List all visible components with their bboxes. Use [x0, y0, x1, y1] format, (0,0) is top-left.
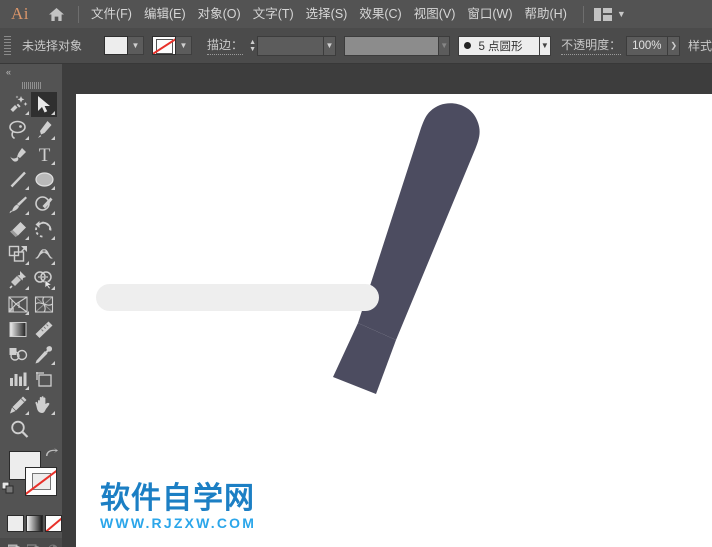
brush-dot-icon: [464, 42, 472, 49]
menu-effect[interactable]: 效果(C): [353, 0, 407, 28]
mode-color[interactable]: [7, 515, 24, 532]
tool-ellipse[interactable]: [31, 167, 57, 192]
tool-paintbrush[interactable]: [5, 192, 31, 217]
tools-panel-grip[interactable]: [0, 79, 62, 92]
fill-dropdown-icon[interactable]: ▼: [128, 36, 145, 55]
watermark-url: WWW.RJZXW.COM: [100, 515, 257, 531]
stroke-weight-dropdown-icon[interactable]: ▼: [324, 35, 336, 56]
brush-definition-value: 5 点圆形: [478, 40, 523, 53]
tool-mesh[interactable]: [31, 292, 57, 317]
menu-help[interactable]: 帮助(H): [519, 0, 573, 28]
stroke-weight-input[interactable]: [257, 35, 325, 56]
watermark-chinese: 软件自学网: [100, 481, 255, 516]
menu-edit[interactable]: 编辑(E): [138, 0, 192, 28]
menu-view[interactable]: 视图(V): [408, 0, 462, 28]
tool-shaper[interactable]: [31, 192, 57, 217]
tool-curvature[interactable]: [5, 142, 31, 167]
tools-grid: T: [0, 92, 62, 442]
width-profile-dropdown-icon[interactable]: ▼: [438, 35, 451, 56]
control-bar: 未选择对象 ▼ ▼ 描边： ▲ ▼ ▼ ▼ 5 点圆形 ▼ 不透明度： 100% …: [0, 28, 712, 64]
fill-swatch[interactable]: [104, 36, 129, 55]
stroke-weight-label: 描边：: [207, 36, 244, 55]
styles-label[interactable]: 样式: [688, 37, 712, 54]
fill-swatch-group[interactable]: ▼: [104, 36, 145, 55]
stroke-dropdown-icon[interactable]: ▼: [176, 36, 193, 55]
draw-inside-icon[interactable]: [44, 541, 61, 547]
color-mode-row: [0, 515, 62, 532]
tool-type[interactable]: T: [31, 142, 57, 167]
tool-eyedropper[interactable]: [31, 342, 57, 367]
home-icon[interactable]: [40, 0, 72, 28]
tool-shape-builder[interactable]: [31, 267, 57, 292]
tool-width[interactable]: [31, 242, 57, 267]
stroke-weight-stepper[interactable]: ▲ ▼: [248, 36, 257, 56]
collapse-panel-icon[interactable]: «: [0, 64, 62, 79]
tool-gradient[interactable]: [5, 317, 31, 342]
tool-zoom[interactable]: [5, 417, 57, 442]
tool-measure[interactable]: [31, 317, 57, 342]
menu-type[interactable]: 文字(T): [247, 0, 300, 28]
menu-file[interactable]: 文件(F): [85, 0, 138, 28]
tool-perspective-grid[interactable]: [5, 292, 31, 317]
brush-definition-input[interactable]: 5 点圆形: [458, 35, 540, 56]
stroke-color-swatch[interactable]: [25, 467, 57, 496]
tool-line-segment[interactable]: [5, 167, 31, 192]
artboard-canvas[interactable]: 软件自学网 WWW.RJZXW.COM: [76, 94, 712, 547]
opacity-expand-icon[interactable]: ❯: [668, 35, 680, 56]
mode-gradient[interactable]: [26, 515, 43, 532]
ai-logo: Ai: [11, 4, 29, 23]
arrange-documents-icon[interactable]: ▼: [590, 0, 630, 28]
menu-object[interactable]: 对象(O): [192, 0, 247, 28]
tool-eraser[interactable]: [5, 217, 31, 242]
tools-panel: « T: [0, 64, 62, 547]
opacity-input[interactable]: 100%: [626, 35, 669, 56]
menu-divider: [78, 5, 79, 23]
tool-pen[interactable]: [31, 117, 57, 142]
menu-select[interactable]: 选择(S): [300, 0, 354, 28]
stroke-swatch[interactable]: [152, 36, 177, 55]
tool-selection[interactable]: [31, 92, 57, 117]
arrange-divider: [582, 5, 584, 23]
brush-definition-dropdown-icon[interactable]: ▼: [539, 35, 552, 56]
artwork-illustration: [96, 103, 480, 394]
control-bar-grip[interactable]: [4, 34, 11, 58]
tool-slice[interactable]: [5, 392, 31, 417]
chevron-down-icon: ▼: [616, 8, 626, 19]
tool-rotate[interactable]: [31, 217, 57, 242]
menu-items: 文件(F) 编辑(E) 对象(O) 文字(T) 选择(S) 效果(C) 视图(V…: [85, 0, 573, 28]
tool-column-graph[interactable]: [5, 367, 31, 392]
color-controls: [0, 448, 62, 512]
tool-blend[interactable]: [5, 342, 31, 367]
tool-lasso[interactable]: [5, 117, 31, 142]
horizontal-bar-shape: [96, 284, 379, 311]
width-profile-input[interactable]: [343, 35, 439, 56]
tool-magic-wand[interactable]: [5, 92, 31, 117]
selection-status: 未选择对象: [22, 39, 83, 53]
svg-text:T: T: [38, 145, 50, 164]
tool-artboard[interactable]: [31, 367, 57, 392]
tool-scale[interactable]: [5, 242, 31, 267]
tool-free-transform[interactable]: [5, 267, 31, 292]
swap-fill-stroke-icon[interactable]: [45, 448, 59, 464]
menu-window[interactable]: 窗口(W): [461, 0, 518, 28]
opacity-label: 不透明度：: [561, 36, 622, 55]
draw-behind-icon[interactable]: [25, 541, 42, 547]
draw-mode-row: [0, 538, 62, 547]
stroke-swatch-group[interactable]: ▼: [152, 36, 193, 55]
mode-none[interactable]: [45, 515, 62, 532]
draw-normal-icon[interactable]: [6, 541, 23, 547]
illustrator-window: Ai 文件(F) 编辑(E) 对象(O) 文字(T) 选择(S) 效果(C) 视…: [0, 0, 712, 547]
menu-bar: Ai 文件(F) 编辑(E) 对象(O) 文字(T) 选择(S) 效果(C) 视…: [0, 0, 712, 28]
tool-hand[interactable]: [31, 392, 57, 417]
no-stroke-slash-icon: [26, 468, 56, 495]
watermark: 软件自学网 WWW.RJZXW.COM: [100, 481, 257, 532]
default-fill-stroke-icon[interactable]: [1, 481, 14, 494]
